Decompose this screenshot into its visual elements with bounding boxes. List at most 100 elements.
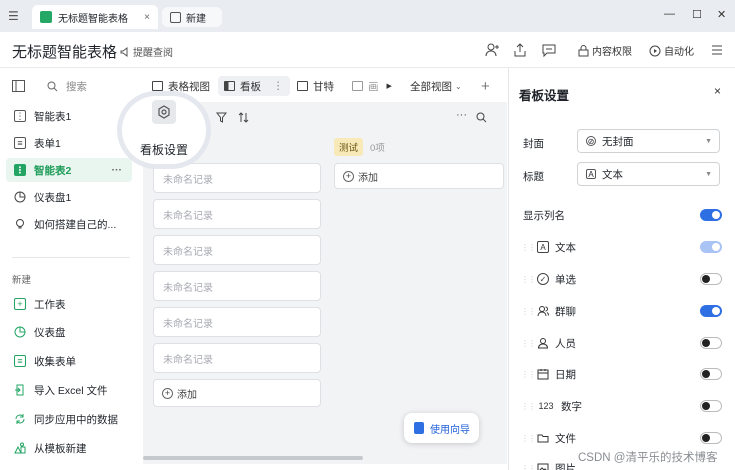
record-card[interactable]: 未命名记录 [153, 163, 321, 193]
drag-handle-icon[interactable]: ⋮⋮ [521, 339, 536, 348]
folder-icon [537, 432, 549, 444]
field-toggle[interactable] [700, 368, 722, 380]
record-card[interactable]: 未命名记录 [153, 271, 321, 301]
menu-icon[interactable]: ☰ [8, 9, 22, 23]
share-icon[interactable] [512, 42, 528, 58]
scroll-right-icon[interactable]: ▶ [387, 82, 392, 90]
search-input[interactable]: 搜索 [66, 79, 87, 94]
select-icon: ✓ [537, 273, 549, 285]
add-label: 添加 [177, 389, 197, 401]
record-count: 0项 [370, 143, 385, 154]
person-icon [537, 337, 549, 349]
sidebar-item-smart-sheet-1[interactable]: ⋮ 智能表1 [6, 104, 132, 128]
add-view-button[interactable]: + [481, 76, 490, 96]
hexagon-gear-icon [158, 105, 170, 119]
automation-label: 自动化 [664, 47, 694, 58]
comment-icon[interactable] [541, 42, 557, 58]
title-select[interactable]: A 文本 ▼ [577, 162, 720, 186]
remind-button[interactable]: 提醒查阅 [120, 44, 173, 59]
from-template-item[interactable]: 从模板新建 [6, 436, 132, 460]
permission-button[interactable]: 内容权限 [578, 43, 632, 58]
more-options-icon[interactable]: ··· [112, 164, 123, 176]
minimize-button[interactable]: — [664, 8, 675, 20]
cover-value: 无封面 [602, 135, 634, 148]
add-record-button[interactable]: + 添加 [153, 379, 321, 407]
tab-kanban[interactable]: 看板 ⋮ [218, 76, 290, 96]
drag-handle-icon[interactable]: ⋮⋮ [521, 464, 536, 470]
tab-gallery[interactable]: 画 ▶ [352, 76, 392, 96]
new-worksheet-item[interactable]: + 工作表 [6, 292, 132, 316]
field-toggle[interactable] [700, 337, 722, 349]
bulb-icon [14, 218, 26, 230]
record-card[interactable]: 未命名记录 [153, 307, 321, 337]
import-excel-item[interactable]: 导入 Excel 文件 [6, 378, 132, 402]
smart-sheet-icon [40, 11, 52, 23]
sync-data-item[interactable]: 同步应用中的数据 [6, 407, 132, 431]
drag-handle-icon[interactable]: ⋮⋮ [521, 370, 536, 379]
horizontal-scrollbar[interactable] [143, 456, 363, 460]
new-form-item[interactable]: ≡ 收集表单 [6, 349, 132, 373]
sort-icon[interactable] [238, 112, 249, 123]
usage-guide-button[interactable]: 使用向导 [404, 413, 479, 443]
tab-new[interactable]: 新建 [162, 7, 222, 27]
all-views-dropdown[interactable]: 全部视图 ⌄ [410, 76, 462, 96]
field-toggle[interactable] [700, 305, 722, 317]
cover-select[interactable]: ⊘ 无封面 ▼ [577, 129, 720, 153]
add-user-icon[interactable] [484, 42, 500, 58]
sidebar-item-form-1[interactable]: ≡ 表单1 [6, 131, 132, 155]
tab-document[interactable]: 无标题智能表格 × [32, 5, 158, 29]
sidebar-item-label: 如何搭建自己的... [34, 218, 117, 231]
cover-label: 封面 [523, 138, 544, 150]
new-section-title: 新建 [12, 275, 32, 286]
text-icon: A [537, 241, 549, 253]
sidebar-divider [12, 257, 130, 258]
add-label: 添加 [358, 172, 378, 184]
close-window-button[interactable]: ✕ [717, 8, 726, 21]
automation-button[interactable]: 自动化 [649, 43, 694, 58]
document-title[interactable]: 无标题智能表格 [12, 41, 117, 62]
maximize-button[interactable]: ☐ [692, 8, 702, 21]
drag-handle-icon[interactable]: ⋮⋮ [521, 243, 536, 252]
record-card[interactable]: 未命名记录 [153, 343, 321, 373]
sidebar-item-label: 智能表2 [34, 164, 72, 177]
record-card[interactable]: 未命名记录 [153, 235, 321, 265]
column-header: 测试 0项 [334, 134, 385, 160]
drag-handle-icon[interactable]: ⋮⋮ [521, 434, 536, 443]
sidebar-item-label: 仪表盘 [34, 326, 66, 339]
field-toggle[interactable] [700, 241, 722, 253]
collapse-sidebar-icon[interactable] [12, 80, 25, 92]
gallery-icon [352, 81, 363, 91]
board-settings-button[interactable] [152, 100, 176, 124]
tab-gantt[interactable]: 甘特 [297, 76, 334, 96]
view-more-icon[interactable]: ⋮ [273, 80, 284, 92]
close-icon[interactable]: × [714, 84, 721, 98]
show-column-names-row: 显示列名 [521, 205, 722, 225]
play-circle-icon [649, 45, 661, 56]
sidebar-item-smart-sheet-2[interactable]: ⋮ 智能表2 ··· [6, 158, 132, 182]
board-more-icon[interactable]: ··· [456, 109, 467, 121]
close-tab-icon[interactable]: × [144, 12, 150, 23]
field-toggle[interactable] [700, 432, 722, 444]
field-row-date: ⋮⋮ 日期 [521, 364, 722, 384]
new-dashboard-item[interactable]: 仪表盘 [6, 320, 132, 344]
filter-icon[interactable] [216, 112, 227, 123]
drag-handle-icon[interactable]: ⋮⋮ [521, 402, 536, 411]
drag-handle-icon[interactable]: ⋮⋮ [521, 307, 536, 316]
sidebar-item-dashboard-1[interactable]: 仪表盘1 [6, 185, 132, 209]
drag-handle-icon[interactable]: ⋮⋮ [521, 275, 536, 284]
title-label: 标题 [523, 171, 544, 183]
record-card[interactable]: 未命名记录 [153, 199, 321, 229]
template-icon [14, 442, 26, 454]
board-search-icon[interactable] [476, 112, 487, 123]
field-row-select: ⋮⋮ ✓ 单选 [521, 269, 722, 289]
field-toggle[interactable] [700, 273, 722, 285]
panel-title: 看板设置 [519, 89, 570, 103]
more-menu-icon[interactable] [709, 42, 725, 58]
show-columns-toggle[interactable] [700, 209, 722, 221]
board-settings-tooltip: 看板设置 [140, 143, 189, 157]
tab-table-view[interactable]: 表格视图 [152, 76, 210, 96]
sidebar-item-label: 从模板新建 [34, 442, 87, 455]
field-toggle[interactable] [700, 400, 722, 412]
sidebar-item-guide-doc[interactable]: 如何搭建自己的... [6, 212, 132, 236]
add-record-button[interactable]: + 添加 [334, 163, 504, 189]
